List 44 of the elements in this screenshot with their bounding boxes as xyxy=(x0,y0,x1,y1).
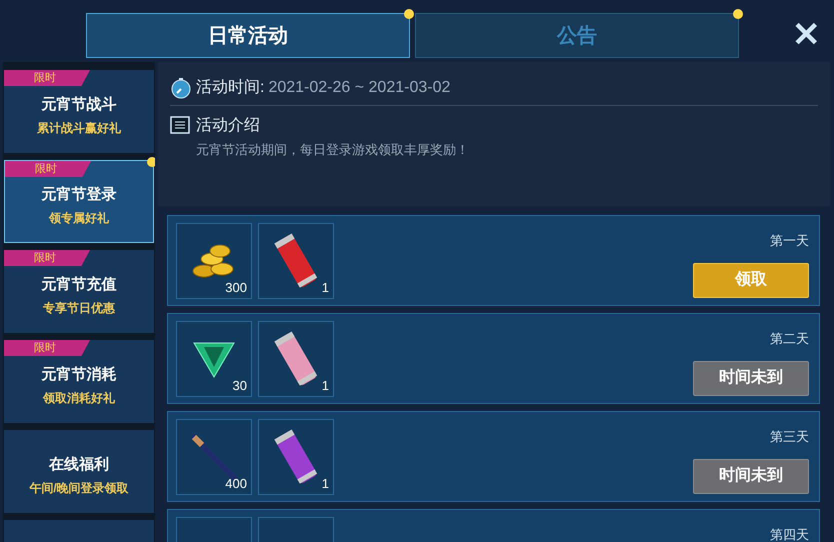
intro-title: 活动介绍 xyxy=(196,116,260,136)
item-subtitle: 领专属好礼 xyxy=(49,210,109,227)
limited-tag: 限时 xyxy=(4,340,90,356)
item-slot[interactable]: 1 xyxy=(258,419,334,495)
item-title: 元宵节战斗 xyxy=(42,95,116,116)
item-title: 元宵节消耗 xyxy=(42,365,116,386)
item-count: 300 xyxy=(225,278,247,296)
day-label: 第三天 xyxy=(770,428,809,446)
stopwatch-icon xyxy=(170,77,192,99)
day-label: 第四天 xyxy=(770,526,809,542)
item-count: 1 xyxy=(322,474,329,492)
sidebar-item[interactable]: 限时 元宵节战斗 累计战斗赢好礼 xyxy=(4,70,154,153)
item-count: 1 xyxy=(322,278,329,296)
item-slot[interactable]: 300 xyxy=(176,223,252,299)
limited-tag: 限时 xyxy=(5,161,91,177)
item-subtitle: 领取消耗好礼 xyxy=(43,390,115,407)
item-slot[interactable]: 1 xyxy=(258,321,334,397)
item-slot[interactable]: 30 xyxy=(176,321,252,397)
item-subtitle: 累计战斗赢好礼 xyxy=(37,120,121,137)
sidebar-item[interactable]: 限时 元宵节消耗 领取消耗好礼 xyxy=(4,340,154,423)
time-label: 活动时间: xyxy=(196,78,264,98)
item-title: 元宵节登录 xyxy=(42,185,116,206)
limited-tag: 限时 xyxy=(4,250,90,266)
item-subtitle: 午间/晚间登录领取 xyxy=(29,480,129,497)
limited-tag: 限时 xyxy=(4,70,90,86)
item-slot[interactable]: 400 xyxy=(176,419,252,495)
reward-button[interactable]: 时间未到 xyxy=(693,360,809,396)
item-title: 元宵节充值 xyxy=(42,275,116,296)
sidebar-item[interactable]: 在线福利 午间/晚间登录领取 xyxy=(4,430,154,513)
intro-text: 元宵节活动期间，每日登录游戏领取丰厚奖励！ xyxy=(196,141,470,159)
day-label: 第二天 xyxy=(770,330,809,348)
sidebar-item[interactable]: 限时 元宵节登录 领专属好礼 xyxy=(4,160,154,243)
item-slot[interactable]: 1 xyxy=(258,223,334,299)
item-subtitle: 专享节日优惠 xyxy=(43,300,115,317)
item-count: 30 xyxy=(232,376,247,394)
item-count: 1 xyxy=(322,376,329,394)
item-count: 400 xyxy=(225,474,247,492)
time-value: 2021-02-26 ~ 2021-03-02 xyxy=(268,78,450,98)
list-icon xyxy=(170,116,190,136)
reward-button[interactable]: 时间未到 xyxy=(693,458,809,494)
item-title: 在线福利 xyxy=(49,455,109,476)
day-label: 第一天 xyxy=(770,232,809,250)
close-button[interactable]: ✕ xyxy=(792,18,820,52)
sidebar-item[interactable]: 限时 元宵节充值 专享节日优惠 xyxy=(4,250,154,333)
